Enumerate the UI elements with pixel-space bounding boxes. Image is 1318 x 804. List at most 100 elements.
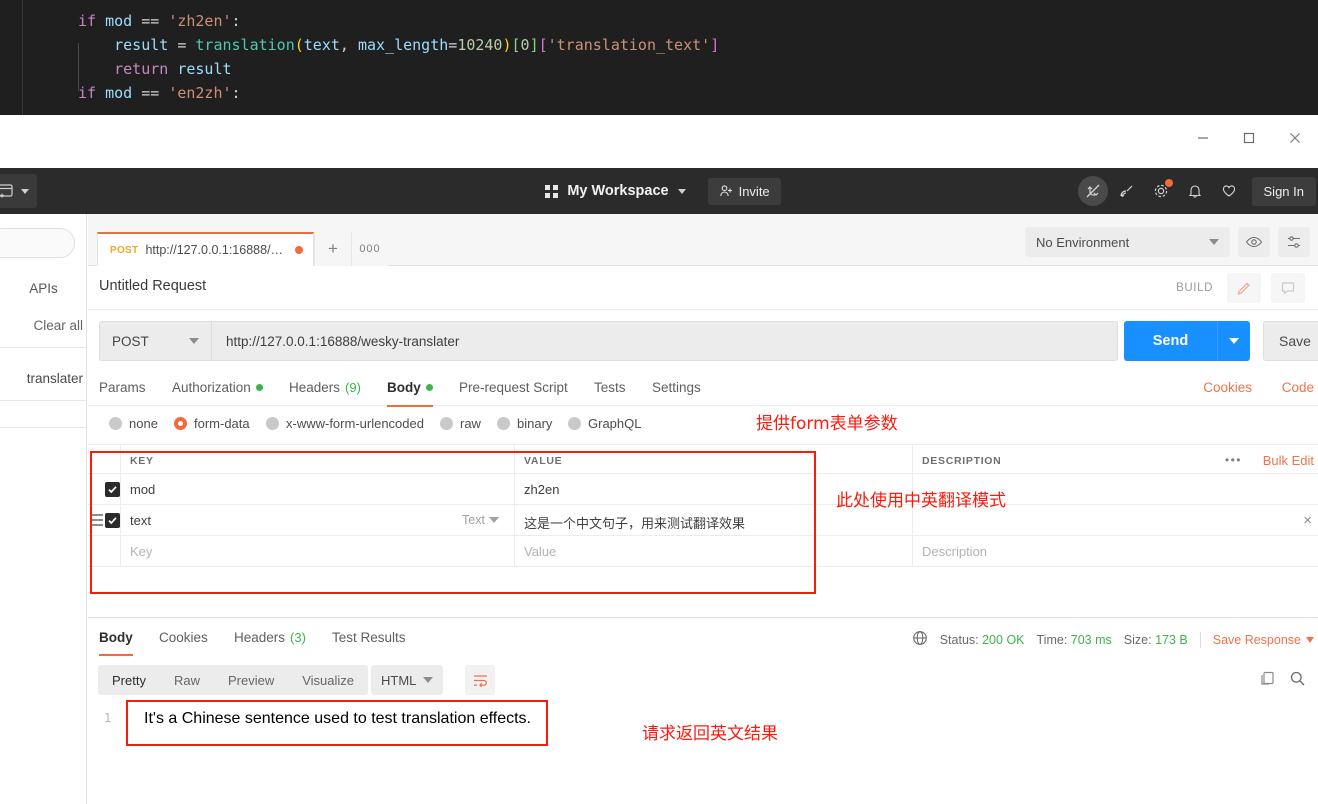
cell-description-placeholder[interactable]: Description [922,544,987,559]
body-type-GraphQL[interactable]: GraphQL [568,416,641,431]
copy-button[interactable] [1259,670,1276,692]
bulk-edit-button[interactable]: Bulk Edit [1263,453,1314,468]
url-input[interactable]: http://127.0.0.1:16888/wesky-translater [211,321,1118,361]
environment-quicklook-button[interactable] [1238,227,1270,257]
response-format-select[interactable]: HTML [371,665,443,695]
view-mode-pretty[interactable]: Pretty [98,673,160,688]
row-checkbox[interactable] [105,513,120,528]
body-type-label: none [129,416,158,431]
body-type-x-www-form-urlencoded[interactable]: x-www-form-urlencoded [266,416,424,431]
tab-headers[interactable]: Headers (9) [289,380,361,395]
cell-type-select[interactable]: Text [462,513,499,527]
sidebar-divider [0,427,87,428]
table-options-button[interactable]: ••• [1225,453,1242,467]
cell-divider [120,474,121,505]
cell-key[interactable]: mod [130,482,155,497]
workspace-selector[interactable]: My Workspace [537,178,693,204]
bell-icon[interactable] [1180,176,1210,206]
table-row-empty[interactable]: Key Value Description [88,536,1318,567]
code-editor-strip: if mod == 'zh2en': result = translation(… [0,0,1318,115]
page-title[interactable]: Untitled Request [99,278,206,294]
view-mode-segmented[interactable]: Pretty Raw Preview Visualize [98,665,369,695]
sidebar-item-apis[interactable]: APIs [0,281,87,296]
response-tab-label: Body [99,630,133,645]
view-mode-preview[interactable]: Preview [214,673,288,688]
sidebar-history-item[interactable]: translater [0,371,87,386]
cell-value-placeholder[interactable]: Value [524,544,556,559]
sidebar-clear-all-button[interactable]: Clear all [0,318,87,333]
tab-authorization[interactable]: Authorization [172,380,263,395]
response-tab-body[interactable]: Body [99,630,133,645]
cell-divider [514,536,515,567]
table-row[interactable]: text Text 这是一个中文句子，用来测试翻译效果 × [88,505,1318,536]
request-tab[interactable]: POST http://127.0.0.1:16888/wesky-t... [97,232,314,266]
comment-button[interactable] [1271,273,1305,303]
environment-settings-button[interactable] [1278,227,1310,257]
response-line-number: 1 [104,711,112,725]
response-tab-label: Cookies [159,630,208,645]
drag-handle-icon[interactable] [91,514,103,526]
body-type-form-data[interactable]: form-data [174,416,250,431]
remove-row-button[interactable]: × [1303,512,1312,529]
tab-tests[interactable]: Tests [594,380,626,395]
sidebar-search-input[interactable] [0,228,75,258]
tab-options-button[interactable]: 000 [351,232,388,266]
row-checkbox[interactable] [105,482,120,497]
body-type-label: GraphQL [588,416,642,431]
view-mode-raw[interactable]: Raw [160,673,214,688]
url-bar: POST http://127.0.0.1:16888/wesky-transl… [88,310,1318,372]
satellite-icon[interactable] [1112,176,1142,206]
divider [1199,631,1201,648]
body-type-none[interactable]: none [109,416,158,431]
view-mode-visualize[interactable]: Visualize [288,673,368,688]
body-type-radios: none form-data x-www-form-urlencoded raw bin… [88,406,1318,444]
minimize-icon[interactable] [1180,115,1226,161]
close-icon[interactable] [1272,115,1318,161]
request-tabbar: POST http://127.0.0.1:16888/wesky-t... +… [88,214,1318,266]
pencil-icon [1237,282,1250,295]
chevron-down-icon [423,677,433,683]
heart-icon[interactable] [1214,176,1244,206]
column-header-value: VALUE [524,455,563,467]
wrap-lines-button[interactable] [465,665,495,695]
build-label: BUILD [1176,282,1213,294]
table-row[interactable]: mod zh2en [88,474,1318,505]
cell-key[interactable]: text [130,513,151,528]
body-type-label: x-www-form-urlencoded [286,416,424,431]
response-body-text[interactable]: It's a Chinese sentence used to test tra… [144,710,531,728]
edit-button[interactable] [1227,273,1261,303]
cookies-link[interactable]: Cookies [1203,380,1252,395]
app-root: if mod == 'zh2en': result = translation(… [0,0,1318,804]
response-tab-headers[interactable]: Headers (3) [234,630,306,645]
time-value: 703 ms [1070,632,1112,647]
tab-params[interactable]: Params [99,380,146,395]
body-type-raw[interactable]: raw [440,416,481,431]
code-link[interactable]: Code [1282,380,1314,395]
tab-settings[interactable]: Settings [652,380,701,395]
http-method-select[interactable]: POST [99,321,211,361]
maximize-icon[interactable] [1226,115,1272,161]
chevron-down-icon [677,188,686,194]
response-tab-count: (3) [290,630,306,645]
tab-pre-request-script[interactable]: Pre-request Script [459,380,568,395]
tab-body[interactable]: Body [387,380,433,395]
cell-value[interactable]: 这是一个中文句子，用来测试翻译效果 [524,513,745,532]
gear-icon[interactable] [1146,176,1176,206]
signin-button[interactable]: Sign In [1251,176,1316,206]
search-button[interactable] [1289,670,1306,692]
sync-off-icon[interactable] [1077,176,1108,206]
annotation-text: 此处使用中英翻译模式 [836,491,1006,511]
send-button[interactable]: Send [1124,321,1217,361]
new-tab-button[interactable]: + [314,232,351,266]
invite-button[interactable]: Invite [707,177,781,205]
send-options-button[interactable] [1217,321,1250,361]
response-tab-test-results[interactable]: Test Results [332,630,406,645]
response-tab-cookies[interactable]: Cookies [159,630,208,645]
code-lines[interactable]: if mod == 'zh2en': result = translation(… [78,9,719,105]
environment-selector[interactable]: No Environment [1025,227,1230,257]
cell-key-placeholder[interactable]: Key [130,544,152,559]
body-type-binary[interactable]: binary [497,416,552,431]
save-response-button[interactable]: Save Response [1213,633,1314,647]
cell-value[interactable]: zh2en [524,482,559,497]
save-button[interactable]: Save [1263,321,1318,361]
